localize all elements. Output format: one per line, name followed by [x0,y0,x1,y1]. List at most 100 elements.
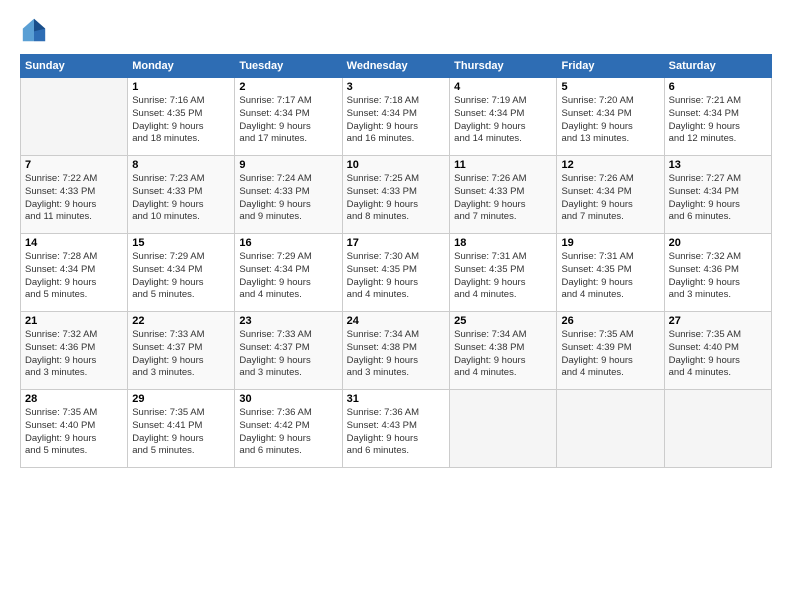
page-container: SundayMondayTuesdayWednesdayThursdayFrid… [0,0,792,478]
calendar-cell: 13 Sunrise: 7:27 AM Sunset: 4:34 PM Dayli… [664,156,771,234]
day-info: Sunrise: 7:18 AM Sunset: 4:34 PM Dayligh… [347,95,445,146]
calendar-cell: 30 Sunrise: 7:36 AM Sunset: 4:42 PM Dayli… [235,390,342,468]
calendar-cell: 10 Sunrise: 7:25 AM Sunset: 4:33 PM Dayli… [342,156,449,234]
day-number: 8 [132,159,230,171]
calendar-cell: 27 Sunrise: 7:35 AM Sunset: 4:40 PM Dayli… [664,312,771,390]
day-info: Sunrise: 7:35 AM Sunset: 4:41 PM Dayligh… [132,407,230,458]
day-number: 28 [25,393,123,405]
weekday-header-thursday: Thursday [450,55,557,78]
day-number: 14 [25,237,123,249]
day-info: Sunrise: 7:31 AM Sunset: 4:35 PM Dayligh… [561,251,659,302]
day-info: Sunrise: 7:32 AM Sunset: 4:36 PM Dayligh… [25,329,123,380]
day-number: 30 [239,393,337,405]
calendar-cell: 19 Sunrise: 7:31 AM Sunset: 4:35 PM Dayli… [557,234,664,312]
day-number: 24 [347,315,445,327]
day-number: 11 [454,159,552,171]
day-number: 31 [347,393,445,405]
day-number: 18 [454,237,552,249]
week-row-0: 1 Sunrise: 7:16 AM Sunset: 4:35 PM Daylig… [21,78,772,156]
calendar-cell: 28 Sunrise: 7:35 AM Sunset: 4:40 PM Dayli… [21,390,128,468]
day-number: 25 [454,315,552,327]
day-number: 6 [669,81,767,93]
day-info: Sunrise: 7:20 AM Sunset: 4:34 PM Dayligh… [561,95,659,146]
day-info: Sunrise: 7:31 AM Sunset: 4:35 PM Dayligh… [454,251,552,302]
week-row-3: 21Sunrise: 7:32 AM Sunset: 4:36 PM Dayli… [21,312,772,390]
day-info: Sunrise: 7:36 AM Sunset: 4:43 PM Dayligh… [347,407,445,458]
day-number: 4 [454,81,552,93]
calendar-cell: 7 Sunrise: 7:22 AM Sunset: 4:33 PM Daylig… [21,156,128,234]
day-number: 9 [239,159,337,171]
calendar-cell: 22 Sunrise: 7:33 AM Sunset: 4:37 PM Dayli… [128,312,235,390]
weekday-header-tuesday: Tuesday [235,55,342,78]
day-info: Sunrise: 7:25 AM Sunset: 4:33 PM Dayligh… [347,173,445,224]
day-number: 13 [669,159,767,171]
calendar-cell [450,390,557,468]
day-number: 3 [347,81,445,93]
calendar-cell: 16Sunrise: 7:29 AM Sunset: 4:34 PM Dayli… [235,234,342,312]
calendar-cell: 21Sunrise: 7:32 AM Sunset: 4:36 PM Dayli… [21,312,128,390]
calendar-cell: 17 Sunrise: 7:30 AM Sunset: 4:35 PM Dayli… [342,234,449,312]
day-info: Sunrise: 7:19 AM Sunset: 4:34 PM Dayligh… [454,95,552,146]
calendar-cell: 25 Sunrise: 7:34 AM Sunset: 4:38 PM Dayli… [450,312,557,390]
calendar-cell: 15 Sunrise: 7:29 AM Sunset: 4:34 PM Dayli… [128,234,235,312]
day-number: 10 [347,159,445,171]
day-info: Sunrise: 7:29 AM Sunset: 4:34 PM Dayligh… [132,251,230,302]
calendar-cell: 24Sunrise: 7:34 AM Sunset: 4:38 PM Dayli… [342,312,449,390]
calendar-table: SundayMondayTuesdayWednesdayThursdayFrid… [20,54,772,468]
day-info: Sunrise: 7:35 AM Sunset: 4:39 PM Dayligh… [561,329,659,380]
day-info: Sunrise: 7:26 AM Sunset: 4:34 PM Dayligh… [561,173,659,224]
logo [20,16,50,44]
day-number: 20 [669,237,767,249]
day-number: 22 [132,315,230,327]
weekday-header-sunday: Sunday [21,55,128,78]
day-number: 12 [561,159,659,171]
day-number: 17 [347,237,445,249]
day-info: Sunrise: 7:29 AM Sunset: 4:34 PM Dayligh… [239,251,337,302]
day-number: 27 [669,315,767,327]
week-row-4: 28 Sunrise: 7:35 AM Sunset: 4:40 PM Dayli… [21,390,772,468]
weekday-header-row: SundayMondayTuesdayWednesdayThursdayFrid… [21,55,772,78]
day-info: Sunrise: 7:24 AM Sunset: 4:33 PM Dayligh… [239,173,337,224]
calendar-cell: 14 Sunrise: 7:28 AM Sunset: 4:34 PM Dayli… [21,234,128,312]
calendar-cell [664,390,771,468]
weekday-header-wednesday: Wednesday [342,55,449,78]
week-row-1: 7 Sunrise: 7:22 AM Sunset: 4:33 PM Daylig… [21,156,772,234]
day-info: Sunrise: 7:27 AM Sunset: 4:34 PM Dayligh… [669,173,767,224]
day-info: Sunrise: 7:34 AM Sunset: 4:38 PM Dayligh… [454,329,552,380]
day-info: Sunrise: 7:35 AM Sunset: 4:40 PM Dayligh… [25,407,123,458]
day-number: 1 [132,81,230,93]
day-info: Sunrise: 7:35 AM Sunset: 4:40 PM Dayligh… [669,329,767,380]
day-info: Sunrise: 7:33 AM Sunset: 4:37 PM Dayligh… [239,329,337,380]
calendar-cell: 18 Sunrise: 7:31 AM Sunset: 4:35 PM Dayli… [450,234,557,312]
calendar-cell: 3 Sunrise: 7:18 AM Sunset: 4:34 PM Daylig… [342,78,449,156]
day-number: 19 [561,237,659,249]
page-header [20,16,772,44]
weekday-header-saturday: Saturday [664,55,771,78]
weekday-header-friday: Friday [557,55,664,78]
calendar-cell: 8 Sunrise: 7:23 AM Sunset: 4:33 PM Daylig… [128,156,235,234]
day-info: Sunrise: 7:16 AM Sunset: 4:35 PM Dayligh… [132,95,230,146]
calendar-cell: 4 Sunrise: 7:19 AM Sunset: 4:34 PM Daylig… [450,78,557,156]
calendar-cell: 20Sunrise: 7:32 AM Sunset: 4:36 PM Dayli… [664,234,771,312]
day-number: 15 [132,237,230,249]
calendar-cell: 11Sunrise: 7:26 AM Sunset: 4:33 PM Dayli… [450,156,557,234]
logo-icon [20,16,48,44]
day-number: 29 [132,393,230,405]
weekday-header-monday: Monday [128,55,235,78]
calendar-cell: 9 Sunrise: 7:24 AM Sunset: 4:33 PM Daylig… [235,156,342,234]
calendar-cell: 23Sunrise: 7:33 AM Sunset: 4:37 PM Dayli… [235,312,342,390]
day-number: 7 [25,159,123,171]
calendar-cell: 31 Sunrise: 7:36 AM Sunset: 4:43 PM Dayli… [342,390,449,468]
day-info: Sunrise: 7:23 AM Sunset: 4:33 PM Dayligh… [132,173,230,224]
day-info: Sunrise: 7:33 AM Sunset: 4:37 PM Dayligh… [132,329,230,380]
day-number: 2 [239,81,337,93]
calendar-cell [557,390,664,468]
day-info: Sunrise: 7:28 AM Sunset: 4:34 PM Dayligh… [25,251,123,302]
calendar-cell: 26Sunrise: 7:35 AM Sunset: 4:39 PM Dayli… [557,312,664,390]
day-info: Sunrise: 7:36 AM Sunset: 4:42 PM Dayligh… [239,407,337,458]
calendar-cell: 5Sunrise: 7:20 AM Sunset: 4:34 PM Daylig… [557,78,664,156]
calendar-cell: 29 Sunrise: 7:35 AM Sunset: 4:41 PM Dayli… [128,390,235,468]
day-info: Sunrise: 7:22 AM Sunset: 4:33 PM Dayligh… [25,173,123,224]
day-info: Sunrise: 7:30 AM Sunset: 4:35 PM Dayligh… [347,251,445,302]
calendar-cell: 6Sunrise: 7:21 AM Sunset: 4:34 PM Daylig… [664,78,771,156]
